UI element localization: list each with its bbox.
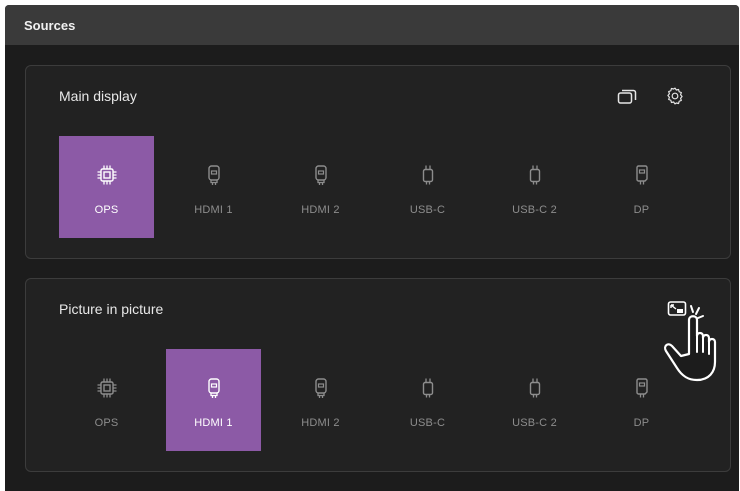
picture-in-picture-icon <box>667 301 687 316</box>
pip-source-list: OPS HDMI 1 HDMI 2 USB-C USB-C 2 DP <box>59 349 701 451</box>
settings-button[interactable] <box>662 83 688 109</box>
main-source-hdmi1-label: HDMI 1 <box>194 204 233 216</box>
pip-source-usbc[interactable]: USB-C <box>380 349 475 451</box>
main-source-hdmi1[interactable]: HDMI 1 <box>166 136 261 238</box>
main-source-usbc2-label: USB-C 2 <box>512 204 557 216</box>
main-display-source-list: OPS HDMI 1 HDMI 2 USB-C USB-C 2 DP <box>59 136 701 238</box>
usb-c-icon <box>415 375 441 401</box>
displayport-icon <box>629 162 655 188</box>
main-source-dp[interactable]: DP <box>594 136 689 238</box>
main-source-hdmi2[interactable]: HDMI 2 <box>273 136 368 238</box>
usb-c-icon <box>522 375 548 401</box>
displayport-icon <box>629 375 655 401</box>
main-display-title: Main display <box>59 88 137 104</box>
chip-icon <box>94 375 120 401</box>
page-title: Sources <box>24 17 76 33</box>
header-bar: Sources <box>5 5 739 45</box>
picture-in-picture-button[interactable] <box>664 296 690 322</box>
main-source-dp-label: DP <box>633 204 650 216</box>
pip-panel: Picture in picture OPS HDMI 1 HDMI 2 USB… <box>25 278 731 472</box>
pip-source-hdmi1[interactable]: HDMI 1 <box>166 349 261 451</box>
hdmi-icon <box>201 162 227 188</box>
pip-source-usbc2-label: USB-C 2 <box>512 417 557 429</box>
chip-icon <box>94 162 120 188</box>
pip-source-usbc2[interactable]: USB-C 2 <box>487 349 582 451</box>
hdmi-icon <box>201 375 227 401</box>
multi-window-button[interactable] <box>614 84 640 110</box>
main-source-usbc2[interactable]: USB-C 2 <box>487 136 582 238</box>
pip-source-hdmi1-label: HDMI 1 <box>194 417 233 429</box>
pip-source-dp-label: DP <box>633 417 650 429</box>
pip-title: Picture in picture <box>59 301 164 317</box>
usb-c-icon <box>522 162 548 188</box>
main-source-ops[interactable]: OPS <box>59 136 154 238</box>
sources-window: Sources Main display OPS HDMI 1 HDMI 2 U… <box>5 5 739 491</box>
pip-source-usbc-label: USB-C <box>409 417 446 429</box>
pip-source-dp[interactable]: DP <box>594 349 689 451</box>
main-source-ops-label: OPS <box>94 204 119 216</box>
settings-gear-icon <box>667 87 683 105</box>
pip-source-hdmi2[interactable]: HDMI 2 <box>273 349 368 451</box>
pip-source-hdmi2-label: HDMI 2 <box>301 417 340 429</box>
main-source-usbc-label: USB-C <box>409 204 446 216</box>
main-source-hdmi2-label: HDMI 2 <box>301 204 340 216</box>
pip-source-ops-label: OPS <box>94 417 119 429</box>
usb-c-icon <box>415 162 441 188</box>
main-display-panel: Main display OPS HDMI 1 HDMI 2 USB-C USB… <box>25 65 731 259</box>
hdmi-icon <box>308 375 334 401</box>
hdmi-icon <box>308 162 334 188</box>
pip-source-ops[interactable]: OPS <box>59 349 154 451</box>
multi-window-icon <box>617 89 637 104</box>
main-source-usbc[interactable]: USB-C <box>380 136 475 238</box>
